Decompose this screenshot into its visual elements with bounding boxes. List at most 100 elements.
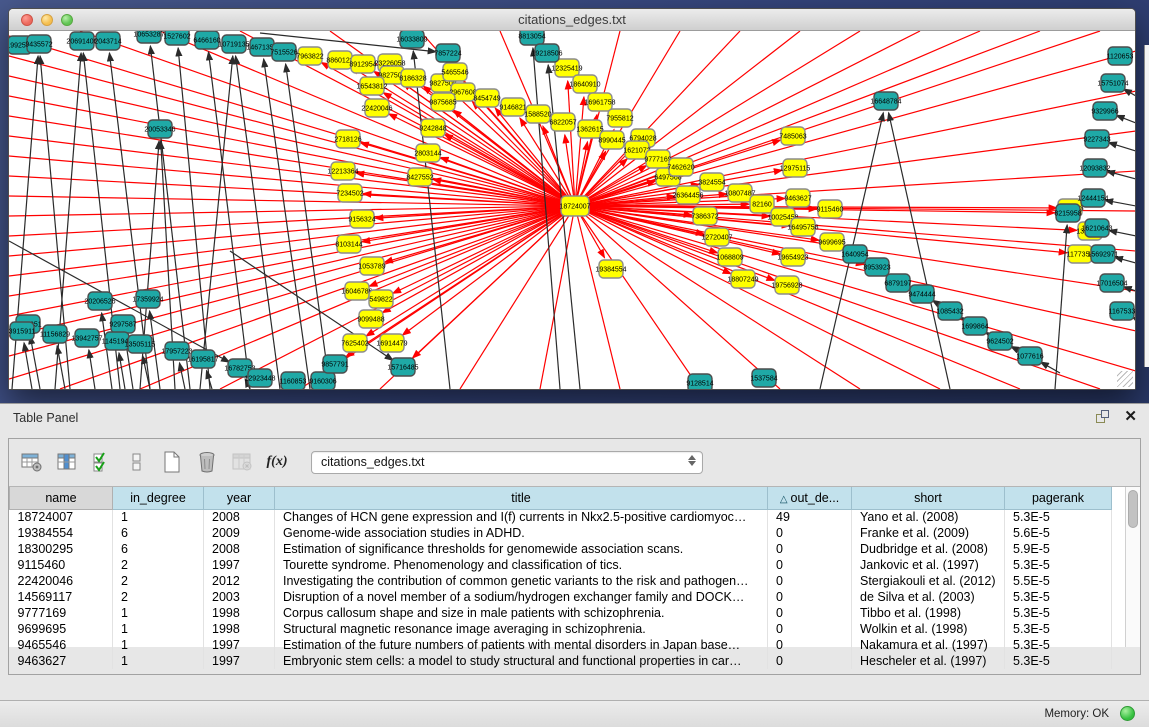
column-header-year[interactable]: year — [204, 487, 275, 509]
graph-node[interactable]: 1640954 — [841, 245, 868, 263]
graph-node[interactable]: 1588520 — [524, 105, 551, 123]
graph-node[interactable]: 12093832 — [1079, 159, 1110, 177]
graph-node[interactable]: 1085432 — [936, 302, 963, 320]
graph-node[interactable]: 9474444 — [908, 285, 935, 303]
table-row[interactable]: 969969511998Structural magnetic resonanc… — [10, 621, 1112, 637]
table-row[interactable]: 1830029562008Estimation of significance … — [10, 541, 1112, 557]
graph-node[interactable]: 6879197 — [884, 274, 911, 292]
graph-node[interactable]: 16046786 — [341, 282, 372, 300]
graph-node[interactable]: 7462620 — [667, 158, 694, 176]
graph-node[interactable]: 11156829 — [40, 325, 70, 343]
graph-node[interactable]: 1077616 — [1016, 347, 1043, 365]
graph-node[interactable]: 16495758 — [787, 218, 818, 236]
scrollbar-thumb[interactable] — [1128, 490, 1138, 528]
column-header-short[interactable]: short — [852, 487, 1005, 509]
graph-node[interactable]: 9435572 — [25, 35, 52, 53]
graph-node[interactable]: 7386372 — [691, 207, 718, 225]
graph-node[interactable]: 5465546 — [441, 63, 468, 81]
graph-node[interactable]: 9242848 — [419, 119, 446, 137]
graph-node[interactable]: 19756928 — [771, 276, 802, 294]
graph-node[interactable]: 1537584 — [750, 369, 777, 387]
graph-node[interactable]: 9099488 — [357, 310, 384, 328]
graph-node[interactable]: 10653287 — [133, 31, 164, 43]
graph-node[interactable]: 15751074 — [1097, 74, 1128, 92]
graph-node[interactable]: 7485063 — [779, 127, 806, 145]
graph-node[interactable]: 26364456 — [672, 186, 703, 204]
table-row[interactable]: 977716911998Corpus callosum shape and si… — [10, 605, 1112, 621]
graph-node[interactable]: 1527602 — [163, 31, 190, 45]
graph-node[interactable]: 20206526 — [84, 292, 115, 310]
graph-node[interactable]: 8953923 — [863, 258, 890, 276]
graph-node[interactable]: 8103144 — [335, 235, 362, 253]
graph-node[interactable]: 9699695 — [818, 233, 845, 251]
graph-node[interactable]: 9156324 — [348, 210, 375, 228]
network-canvas[interactable]: 7963822 8860128 8912954 23226058 9827505… — [9, 31, 1135, 389]
graph-node[interactable]: 16210643 — [1081, 219, 1112, 237]
graph-node[interactable]: 6822057 — [549, 113, 576, 131]
graph-node[interactable]: 13505115 — [125, 335, 156, 353]
graph-node[interactable]: 16961758 — [584, 93, 615, 111]
table-selector-dropdown[interactable]: citations_edges.txt — [311, 451, 703, 474]
graph-node[interactable]: 17016504 — [1096, 274, 1127, 292]
graph-node[interactable]: 549822 — [369, 290, 393, 308]
select-columns-button[interactable] — [54, 449, 80, 475]
graph-node[interactable]: 1053789 — [358, 257, 385, 275]
graph-node[interactable]: 9115460 — [817, 200, 844, 218]
graph-node[interactable]: 13942757 — [71, 329, 102, 347]
graph-node[interactable]: 82160 — [750, 195, 774, 213]
graph-node[interactable]: 9160306 — [309, 372, 336, 389]
graph-node[interactable]: 8454749 — [473, 89, 500, 107]
window-titlebar[interactable]: citations_edges.txt — [9, 9, 1135, 31]
table-row[interactable]: 1938455462009Genome-wide association stu… — [10, 525, 1112, 541]
graph-node[interactable]: 9297587 — [109, 315, 136, 333]
graph-node[interactable]: 12975115 — [780, 159, 811, 177]
graph-node[interactable]: 19384554 — [595, 260, 626, 278]
table-row[interactable]: 911546021997Tourette syndrome. Phenomeno… — [10, 557, 1112, 573]
graph-node[interactable]: 16914479 — [376, 334, 407, 352]
graph-node[interactable]: 16033809 — [396, 31, 427, 48]
graph-node[interactable]: 3915911 — [9, 322, 35, 340]
graph-node[interactable]: 1699864 — [961, 317, 988, 335]
graph-node[interactable]: 18724007 — [559, 196, 590, 216]
graph-node[interactable]: 9875685 — [429, 93, 456, 111]
new-table-button[interactable] — [159, 449, 185, 475]
graph-node[interactable]: 7955812 — [606, 109, 633, 127]
graph-node[interactable]: 15716485 — [387, 358, 418, 376]
resize-grip-icon[interactable] — [1117, 371, 1133, 387]
graph-node[interactable]: 7625402 — [341, 334, 368, 352]
clear-selection-button[interactable] — [124, 449, 150, 475]
close-panel-icon[interactable]: ✕ — [1124, 410, 1137, 424]
graph-node[interactable]: 8186328 — [399, 69, 426, 87]
table-row[interactable]: 946362711997Embryonic stem cells: a mode… — [10, 653, 1112, 669]
graph-node[interactable]: 9624502 — [986, 332, 1013, 350]
graph-node[interactable]: 7857224 — [434, 44, 461, 62]
column-header-in_degree[interactable]: in_degree — [113, 487, 204, 509]
graph-node[interactable]: 8427552 — [406, 168, 433, 186]
graph-node[interactable]: 16648784 — [870, 92, 901, 110]
graph-node[interactable]: 7515526 — [270, 43, 297, 61]
graph-node[interactable]: 9857791 — [321, 355, 348, 373]
graph-node[interactable]: 20691406 — [66, 32, 97, 50]
graph-node[interactable]: 9329966 — [1091, 102, 1118, 120]
graph-node[interactable]: 1068809 — [716, 248, 743, 266]
graph-node[interactable]: 8813054 — [518, 31, 545, 45]
column-header-pagerank[interactable]: pagerank — [1005, 487, 1112, 509]
graph-node[interactable]: 16195817 — [187, 350, 218, 368]
delete-table-button[interactable] — [194, 449, 220, 475]
graph-node[interactable]: 1160853 — [280, 372, 307, 389]
table-row[interactable]: 2242004622012Investigating the contribut… — [10, 573, 1112, 589]
graph-node[interactable]: 2718126 — [334, 130, 361, 148]
graph-node[interactable]: 12720407 — [701, 228, 732, 246]
table-settings-button[interactable] — [19, 449, 45, 475]
graph-node[interactable]: 12923448 — [244, 369, 275, 387]
table-scrollbar[interactable] — [1125, 487, 1140, 647]
graph-node[interactable]: 17359924 — [132, 290, 163, 308]
graph-node[interactable]: 15692971 — [1087, 245, 1118, 263]
graph-node[interactable]: 10719135 — [218, 35, 249, 53]
graph-node[interactable]: 16543812 — [356, 77, 387, 95]
column-header-title[interactable]: title — [275, 487, 768, 509]
delete-columns-button[interactable] — [229, 449, 255, 475]
graph-node[interactable]: 9128514 — [686, 374, 713, 389]
graph-node[interactable]: 1120653 — [1107, 47, 1134, 65]
graph-node[interactable]: 18640910 — [569, 75, 600, 93]
